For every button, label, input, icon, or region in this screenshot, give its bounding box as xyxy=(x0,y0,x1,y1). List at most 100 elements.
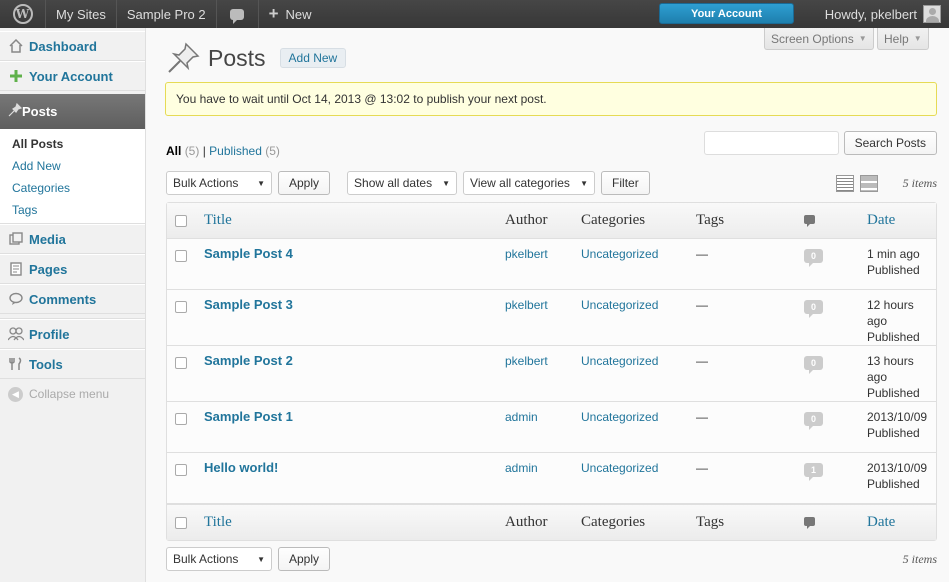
post-category-link[interactable]: Uncategorized xyxy=(581,298,658,312)
post-author-link[interactable]: admin xyxy=(505,410,538,424)
wordpress-logo-button[interactable]: W xyxy=(0,0,46,28)
post-tags: — xyxy=(696,247,708,261)
post-category-link[interactable]: Uncategorized xyxy=(581,354,658,368)
comments-column-icon[interactable] xyxy=(804,514,815,531)
new-content-link[interactable]: + New xyxy=(259,0,322,28)
post-title-link[interactable]: Sample Post 3 xyxy=(204,297,293,312)
list-view-icon[interactable] xyxy=(836,175,854,192)
date-line: ago xyxy=(867,314,888,328)
sidebar-item-profile[interactable]: Profile xyxy=(0,319,145,349)
row-checkbox[interactable] xyxy=(175,413,187,425)
tablenav-top: Bulk Actions ▼ Apply Show all dates ▼ View… xyxy=(166,171,650,195)
filter-button[interactable]: Filter xyxy=(601,171,650,195)
sidebar-item-posts[interactable]: Posts xyxy=(0,94,145,129)
row-checkbox[interactable] xyxy=(175,250,187,262)
notice-message: You have to wait until Oct 14, 2013 @ 13… xyxy=(165,82,937,116)
admin-sidebar: Dashboard Your Account Posts All Posts A… xyxy=(0,28,146,582)
add-new-button[interactable]: Add New xyxy=(279,48,347,68)
column-title[interactable]: Title xyxy=(204,212,232,229)
help-button[interactable]: Help ▼ xyxy=(877,28,929,50)
post-category-link[interactable]: Uncategorized xyxy=(581,410,658,424)
post-category-link[interactable]: Uncategorized xyxy=(581,247,658,261)
bulk-actions-select[interactable]: Bulk Actions ▼ xyxy=(166,171,272,195)
post-title-link[interactable]: Sample Post 4 xyxy=(204,246,293,261)
post-category-link[interactable]: Uncategorized xyxy=(581,461,658,475)
post-author-link[interactable]: pkelbert xyxy=(505,247,548,261)
post-author-link[interactable]: pkelbert xyxy=(505,354,548,368)
post-date: 2013/10/09 Published xyxy=(867,409,937,441)
row-checkbox[interactable] xyxy=(175,464,187,476)
date-status: Published xyxy=(867,477,920,491)
collapse-label: Collapse menu xyxy=(29,387,110,401)
media-icon xyxy=(8,231,24,247)
table-footer: Title Author Categories Tags Date xyxy=(167,504,936,540)
avatar xyxy=(923,5,941,23)
select-all-checkbox[interactable] xyxy=(175,214,187,227)
column-title[interactable]: Title xyxy=(204,514,232,531)
filter-all-link[interactable]: All xyxy=(166,144,181,158)
post-title-link[interactable]: Sample Post 2 xyxy=(204,353,293,368)
chevron-down-icon: ▼ xyxy=(913,34,922,43)
column-date[interactable]: Date xyxy=(867,514,895,531)
user-account-menu[interactable]: Howdy, pkelbert xyxy=(825,0,941,28)
excerpt-view-icon[interactable] xyxy=(860,175,878,192)
sidebar-item-your-account[interactable]: Your Account xyxy=(0,61,145,91)
screen-options-button[interactable]: Screen Options ▼ xyxy=(764,28,874,50)
categories-select[interactable]: View all categories ▼ xyxy=(463,171,596,195)
site-name-link[interactable]: Sample Pro 2 xyxy=(117,0,217,28)
comment-count-bubble[interactable]: 1 xyxy=(804,463,823,481)
comments-column-icon[interactable] xyxy=(804,212,815,229)
comment-count-bubble[interactable]: 0 xyxy=(804,356,823,374)
howdy-label: Howdy, pkelbert xyxy=(824,6,917,22)
sidebar-item-comments[interactable]: Comments xyxy=(0,284,145,314)
post-title-link[interactable]: Hello world! xyxy=(204,460,278,475)
tools-icon xyxy=(8,356,24,372)
comment-count-bubble[interactable]: 0 xyxy=(804,412,823,430)
submenu-all-posts[interactable]: All Posts xyxy=(0,133,145,155)
row-checkbox[interactable] xyxy=(175,301,187,313)
apply-button[interactable]: Apply xyxy=(278,547,331,571)
date-line: 2013/10/09 xyxy=(867,461,928,475)
admin-bar: W My Sites Sample Pro 2 + New Your Accou… xyxy=(0,0,949,28)
sidebar-item-dashboard[interactable]: Dashboard xyxy=(0,31,145,61)
filter-published-link[interactable]: Published xyxy=(209,144,262,158)
comment-count-bubble[interactable]: 0 xyxy=(804,300,823,318)
sidebar-item-label: Tools xyxy=(29,356,63,372)
comments-icon xyxy=(8,291,24,307)
post-author-link[interactable]: admin xyxy=(505,461,538,475)
bulk-actions-select[interactable]: Bulk Actions ▼ xyxy=(166,547,272,571)
date-line: 1 min ago xyxy=(867,247,920,261)
table-row: Sample Post 4 pkelbert Uncategorized — 0… xyxy=(167,239,936,290)
date-status: Published xyxy=(867,386,920,400)
sidebar-item-pages[interactable]: Pages xyxy=(0,254,145,284)
post-tags: — xyxy=(696,410,708,424)
column-categories: Categories xyxy=(581,514,646,530)
sidebar-item-tools[interactable]: Tools xyxy=(0,349,145,379)
submenu-tags[interactable]: Tags xyxy=(0,199,145,221)
view-switch xyxy=(836,175,884,192)
dates-select[interactable]: Show all dates ▼ xyxy=(347,171,458,195)
select-all-checkbox[interactable] xyxy=(175,516,187,529)
date-line: 12 hours xyxy=(867,298,914,312)
pages-icon xyxy=(8,261,24,277)
chevron-down-icon: ▼ xyxy=(858,34,867,43)
search-input[interactable] xyxy=(703,131,839,155)
search-posts-button[interactable]: Search Posts xyxy=(843,131,937,155)
date-status: Published xyxy=(867,330,920,344)
sidebar-item-label: Dashboard xyxy=(29,38,97,54)
collapse-menu-button[interactable]: ◀ Collapse menu xyxy=(0,379,145,409)
table-row: Sample Post 1 admin Uncategorized — 0 20… xyxy=(167,402,936,453)
apply-button[interactable]: Apply xyxy=(278,171,331,195)
comments-link[interactable] xyxy=(217,0,259,28)
my-sites-link[interactable]: My Sites xyxy=(46,0,117,28)
comment-count-bubble[interactable]: 0 xyxy=(804,249,823,267)
post-title-link[interactable]: Sample Post 1 xyxy=(204,409,293,424)
column-date[interactable]: Date xyxy=(867,212,895,229)
submenu-add-new[interactable]: Add New xyxy=(0,155,145,177)
your-account-button[interactable]: Your Account xyxy=(659,3,794,24)
sidebar-item-media[interactable]: Media xyxy=(0,224,145,254)
submenu-categories[interactable]: Categories xyxy=(0,177,145,199)
post-author-link[interactable]: pkelbert xyxy=(505,298,548,312)
status-filters: All (5) | Published (5) xyxy=(166,144,280,158)
row-checkbox[interactable] xyxy=(175,357,187,369)
